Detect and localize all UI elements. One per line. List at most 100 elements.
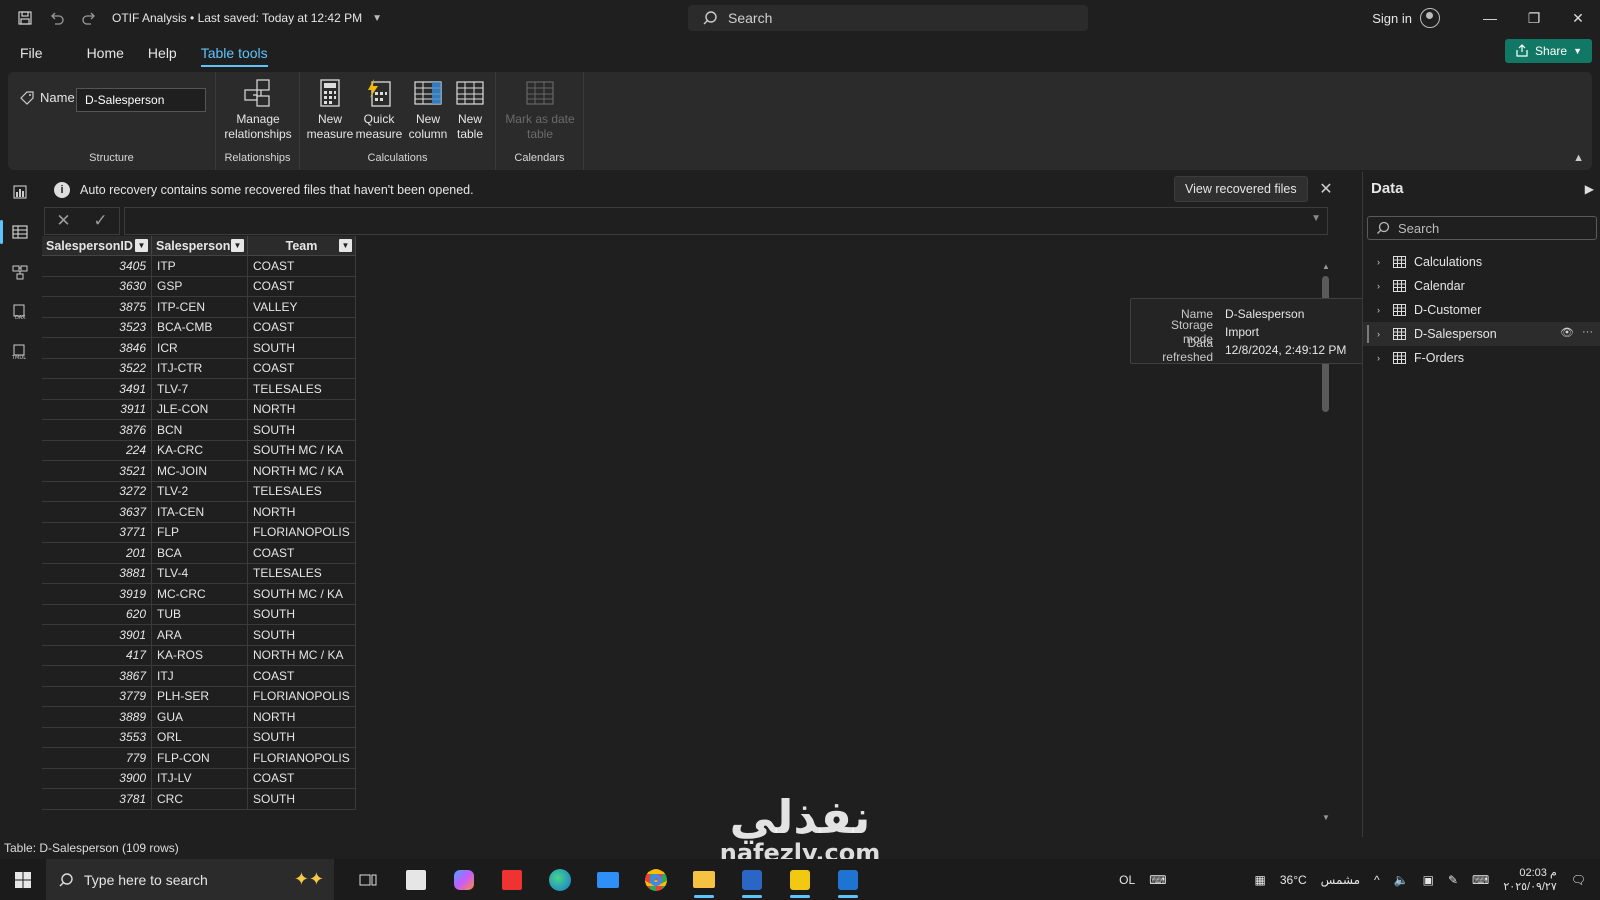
table-cell[interactable]: KA-ROS [152,645,248,665]
table-cell[interactable]: COAST [248,256,356,276]
table-cell[interactable]: TUB [152,604,248,624]
table-cell[interactable]: NORTH [248,502,356,522]
table-cell[interactable]: GUA [152,707,248,727]
outlook-app-icon[interactable] [824,859,872,900]
avatar-icon[interactable] [1420,8,1440,28]
table-row[interactable]: 3881 TLV-4 TELESALES [42,563,356,584]
report-view-icon[interactable] [0,172,40,212]
chevron-right-icon[interactable]: › [1377,353,1385,363]
table-cell[interactable]: 3522 [42,358,152,378]
menu-file[interactable]: File [8,36,55,70]
column-header-salespersonid[interactable]: SalespersonID ▼ [42,236,152,255]
table-row[interactable]: 620 TUB SOUTH [42,604,356,625]
weather-temp[interactable]: 36°C [1280,873,1307,887]
restore-icon[interactable]: ❐ [1512,0,1556,36]
weather-desc[interactable]: مشمس [1321,873,1360,887]
dax-query-view-icon[interactable]: DAX [0,292,40,332]
table-cell[interactable]: NORTH MC / KA [248,645,356,665]
table-cell[interactable]: GSP [152,276,248,296]
chevron-right-icon[interactable]: › [1377,329,1385,339]
clock[interactable]: 02:03 م ٢٠٢٥/٠٩/٢٧ [1503,866,1556,894]
redo-icon[interactable] [76,5,102,31]
table-row[interactable]: 3522 ITJ-CTR COAST [42,358,356,379]
task-view-icon[interactable] [344,859,392,900]
table-cell[interactable]: 3637 [42,502,152,522]
windows-start-icon[interactable] [0,859,46,900]
table-cell[interactable]: 3876 [42,420,152,440]
table-cell[interactable]: NORTH [248,399,356,419]
notifications-icon[interactable]: 🗨 [1571,873,1586,887]
sign-in-link[interactable]: Sign in [1372,11,1412,26]
view-recovered-files-button[interactable]: View recovered files [1174,176,1308,202]
file-explorer-icon[interactable] [680,859,728,900]
table-cell[interactable]: CRC [152,789,248,809]
table-row[interactable]: 3272 TLV-2 TELESALES [42,481,356,502]
table-row[interactable]: 3901 ARA SOUTH [42,625,356,646]
table-cell[interactable]: 3900 [42,768,152,788]
chevron-right-icon[interactable]: › [1377,257,1385,267]
table-cell[interactable]: ITJ [152,666,248,686]
table-cell[interactable]: MC-JOIN [152,461,248,481]
table-cell[interactable]: COAST [248,666,356,686]
new-measure-button[interactable]: New measure [306,78,354,142]
scroll-down-icon[interactable]: ▼ [1322,813,1330,822]
table-cell[interactable]: COAST [248,543,356,563]
table-cell[interactable]: FLORIANOPOLIS [248,748,356,768]
table-row[interactable]: 3771 FLP FLORIANOPOLIS [42,522,356,543]
table-cell[interactable]: TLV-7 [152,379,248,399]
table-cell[interactable]: FLORIANOPOLIS [248,686,356,706]
table-cell[interactable]: 3901 [42,625,152,645]
table-row[interactable]: 417 KA-ROS NORTH MC / KA [42,645,356,666]
table-cell[interactable]: ITP-CEN [152,297,248,317]
table-cell[interactable]: FLP [152,522,248,542]
column-header-salesperson[interactable]: Salesperson ▼ [152,236,248,255]
table-cell[interactable]: ITA-CEN [152,502,248,522]
table-cell[interactable]: COAST [248,768,356,788]
chevron-down-icon[interactable]: ▼ [1311,213,1321,224]
table-row[interactable]: 3491 TLV-7 TELESALES [42,379,356,400]
table-cell[interactable]: JLE-CON [152,399,248,419]
table-cell[interactable]: BCA-CMB [152,317,248,337]
more-options-icon[interactable]: ··· [1582,326,1593,339]
camera-icon[interactable]: ▣ [1423,873,1434,887]
menu-home[interactable]: Home [75,36,136,70]
table-cell[interactable]: ITJ-LV [152,768,248,788]
table-row[interactable]: 3779 PLH-SER FLORIANOPOLIS [42,686,356,707]
table-cell[interactable]: 620 [42,604,152,624]
table-cell[interactable]: TELESALES [248,563,356,583]
pen-icon[interactable]: ✎ [1448,873,1458,887]
table-cell[interactable]: PLH-SER [152,686,248,706]
table-cell[interactable]: SOUTH [248,625,356,645]
table-cell[interactable]: KA-CRC [152,440,248,460]
table-row[interactable]: 3919 MC-CRC SOUTH MC / KA [42,584,356,605]
table-cell[interactable]: COAST [248,276,356,296]
table-cell[interactable]: SOUTH [248,604,356,624]
table-cell[interactable]: SOUTH [248,789,356,809]
table-cell[interactable]: 779 [42,748,152,768]
mail-app-icon[interactable] [584,859,632,900]
table-cell[interactable]: 3521 [42,461,152,481]
weather-icon[interactable]: ▦ [1255,873,1266,887]
table-cell[interactable]: 417 [42,645,152,665]
table-cell[interactable]: SOUTH [248,338,356,358]
filter-dropdown-icon[interactable]: ▼ [339,239,352,252]
power-bi-app-icon[interactable] [776,859,824,900]
quick-measure-button[interactable]: Quick measure [354,78,404,142]
new-table-button[interactable]: New table [450,78,490,142]
table-cell[interactable]: FLP-CON [152,748,248,768]
chevron-up-icon[interactable]: ▲ [1573,152,1584,164]
table-view-icon[interactable] [0,212,40,252]
table-cell[interactable]: ITP [152,256,248,276]
table-cell[interactable]: 3491 [42,379,152,399]
table-row[interactable]: 3521 MC-JOIN NORTH MC / KA [42,461,356,482]
table-cell[interactable]: SOUTH MC / KA [248,440,356,460]
column-header-team[interactable]: Team ▼ [248,236,356,255]
table-row[interactable]: 201 BCA COAST [42,543,356,564]
table-cell[interactable]: 224 [42,440,152,460]
volume-icon[interactable]: 🔈 [1394,873,1409,887]
table-cell[interactable]: VALLEY [248,297,356,317]
chevron-down-icon[interactable]: ▼ [372,13,382,24]
data-table-item[interactable]: › Calendar [1363,274,1600,298]
document-title[interactable]: OTIF Analysis • Last saved: Today at 12:… [112,11,362,25]
table-cell[interactable]: MC-CRC [152,584,248,604]
